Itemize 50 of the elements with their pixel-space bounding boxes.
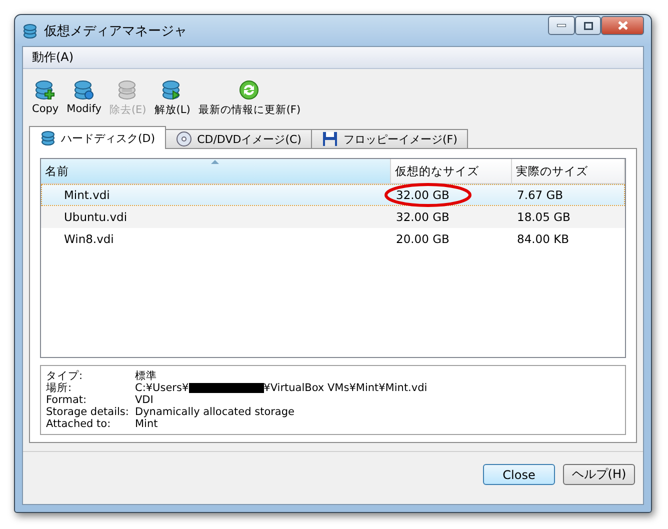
table-cell: Win8.vdi — [64, 232, 114, 246]
detail-label: Storage details: — [46, 406, 130, 418]
toolbar-button[interactable]: Modify — [64, 77, 104, 119]
detail-value: Dynamically allocated storage — [135, 406, 294, 418]
disk-icon — [40, 130, 56, 146]
tab[interactable]: フロッピーイメージ(F) — [311, 129, 468, 149]
dialog-button[interactable]: ヘルプ(H) — [563, 464, 635, 485]
table-row[interactable]: Mint.vdi 32.00 GB 7.67 GB — [41, 184, 625, 206]
maximize-icon — [584, 22, 592, 30]
floppy-icon — [322, 131, 338, 147]
table-cell: Ubuntu.vdi — [64, 210, 128, 224]
table-cell: Mint.vdi — [64, 188, 110, 202]
disk-add-icon — [34, 79, 56, 101]
cd-icon — [176, 131, 192, 147]
detail-label: 場所: — [46, 382, 73, 394]
menu-item[interactable]: 動作(A) — [28, 49, 78, 66]
column-header[interactable]: 名前 — [41, 159, 391, 184]
table-cell: 18.05 GB — [517, 210, 570, 224]
detail-value: VDI — [135, 394, 154, 406]
maximize-button[interactable] — [575, 16, 601, 35]
table-cell: 7.67 GB — [517, 188, 564, 202]
refresh-icon — [238, 79, 260, 101]
close-icon — [618, 21, 628, 30]
detail-label: Attached to: — [46, 418, 112, 430]
window-title: 仮想メディアマネージャ — [44, 22, 188, 40]
table-cell: 20.00 GB — [396, 232, 450, 246]
detail-value: C:¥Users¥ — [135, 382, 189, 394]
dialog-button[interactable]: Close — [483, 464, 555, 485]
minimize-icon — [557, 24, 566, 27]
tab[interactable]: CD/DVDイメージ(C) — [165, 129, 312, 149]
toolbar-button[interactable]: 解放(L) — [151, 77, 194, 119]
column-header[interactable]: 実際のサイズ — [512, 159, 625, 184]
toolbar-button[interactable]: Copy — [29, 77, 62, 119]
toolbar-button[interactable]: 最新の情報に更新(F) — [195, 77, 304, 119]
tab[interactable]: ハードディスク(D) — [29, 126, 166, 149]
disk-icon — [22, 22, 38, 38]
disk-icon — [73, 79, 96, 101]
table-row[interactable]: Ubuntu.vdi 32.00 GB 18.05 GB — [41, 206, 625, 228]
detail-label: タイプ: — [46, 370, 84, 382]
detail-value: ¥VirtualBox VMs¥Mint¥Mint.vdi — [264, 382, 428, 394]
detail-value: Mint — [135, 418, 158, 430]
table-cell: 32.00 GB — [396, 210, 450, 224]
table-cell: 84.00 KB — [517, 232, 570, 246]
close-button[interactable] — [601, 16, 644, 35]
detail-label: Format: — [46, 394, 88, 406]
sort-arrow-icon — [211, 160, 219, 164]
column-header[interactable]: 仮想的なサイズ — [391, 159, 512, 184]
detail-value: 標準 — [135, 370, 157, 382]
minimize-button[interactable] — [548, 16, 575, 35]
table-cell: 32.00 GB — [396, 188, 450, 202]
